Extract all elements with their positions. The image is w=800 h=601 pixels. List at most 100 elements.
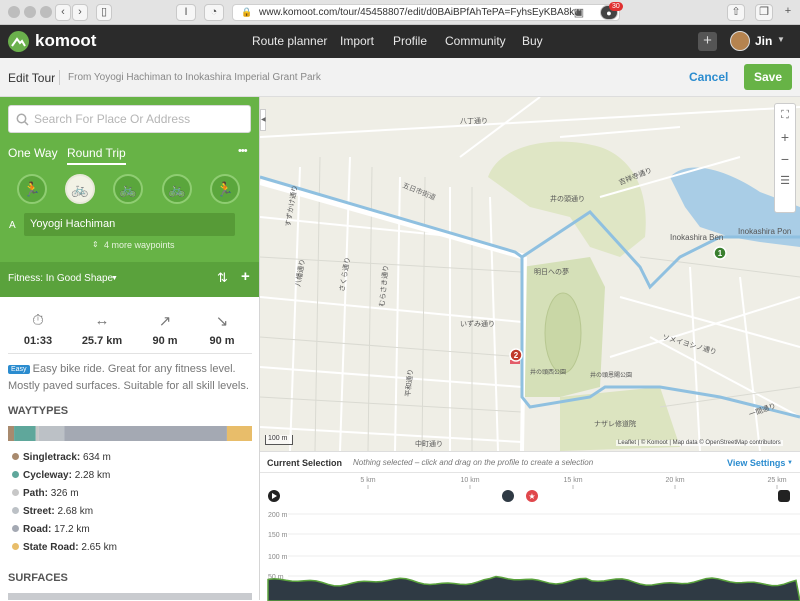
forward-button[interactable]: › [72, 4, 88, 21]
nav-profile[interactable]: Profile [393, 34, 427, 48]
add-icon[interactable]: + [698, 32, 717, 51]
brand-name[interactable]: komoot [35, 31, 96, 51]
map-attribution[interactable]: Leaflet | © Komoot | Map data © OpenStre… [616, 440, 783, 446]
lock-icon: 🔒 [241, 5, 252, 20]
more-options-icon[interactable]: ••• [238, 145, 247, 157]
more-waypoints-link[interactable]: 4 more waypoints [104, 240, 175, 250]
back-button[interactable]: ‹ [55, 4, 71, 21]
profile-chart[interactable]: 200 m150 m100 m50 m5 km10 km15 km20 km25… [260, 472, 800, 601]
fitness-chevron-icon[interactable]: ▼ [111, 275, 118, 282]
waytype-swatch [12, 543, 19, 550]
nav-community[interactable]: Community [445, 34, 506, 48]
map-view[interactable]: 2 1 八丁通り 五日市街道 吉祥寺通り 明日への夢 Inokashira Be… [260, 97, 800, 451]
uphill-icon: ↗ [135, 312, 195, 332]
minimize-window-dot[interactable] [24, 6, 36, 18]
share-icon[interactable]: ⇧ [727, 4, 745, 21]
waypoint-pin-icon[interactable] [502, 490, 514, 502]
user-name[interactable]: Jin [755, 34, 772, 48]
sport-touring-bike-icon[interactable]: 🚲 [65, 174, 95, 204]
waytype-segment[interactable] [14, 426, 36, 441]
waytype-segment[interactable] [36, 426, 39, 441]
elevation-profile: Current Selection Nothing selected – cli… [260, 451, 800, 600]
fullscreen-icon[interactable]: ⛶ [775, 104, 795, 126]
nav-route-planner[interactable]: Route planner [252, 34, 327, 48]
planner-panel: Search For Place Or Address One Way Roun… [0, 97, 260, 262]
reader-button[interactable]: I [176, 4, 196, 21]
chevron-down-icon[interactable]: ▼ [777, 35, 785, 44]
waytype-item[interactable]: Cycleway: 2.28 km [12, 470, 110, 481]
duration-value: 01:33 [8, 335, 68, 347]
waytype-value: 17.2 km [51, 524, 89, 535]
map-controls: ⛶ + − ☰ [774, 103, 796, 213]
user-avatar[interactable] [730, 31, 750, 51]
map-label: 平和通り [403, 368, 415, 397]
settings-chevron-icon[interactable]: ▼ [787, 460, 793, 466]
search-input[interactable]: Search For Place Or Address [8, 105, 251, 133]
stat-duration: ⏱ 01:33 [8, 312, 68, 347]
waypoint-name: Yoyogi Hachiman [30, 218, 115, 230]
zoom-window-dot[interactable] [40, 6, 52, 18]
waytype-segment[interactable] [227, 426, 252, 441]
divider [59, 70, 60, 85]
tour-name[interactable]: From Yoyogi Hachiman to Inokashira Imper… [68, 72, 321, 83]
waypoint-letter: A [9, 220, 16, 231]
x-tick-label: 25 km [767, 477, 786, 484]
close-window-dot[interactable] [8, 6, 20, 18]
x-tick-label: 20 km [665, 477, 684, 484]
tab-round-trip[interactable]: Round Trip [67, 146, 126, 165]
downhill-value: 90 m [192, 335, 252, 347]
expand-icon[interactable]: ⇕ [92, 240, 99, 249]
selection-title: Current Selection [267, 458, 342, 468]
y-tick-label: 150 m [268, 532, 288, 539]
address-bar[interactable]: 🔒 www.komoot.com/tour/45458807/edit/d0BA… [232, 4, 620, 21]
lock-extension-icon[interactable]: ▣ [572, 6, 586, 19]
collapse-sidebar-icon[interactable]: ◀ [260, 109, 266, 131]
nav-import[interactable]: Import [340, 34, 374, 48]
tab-one-way[interactable]: One Way [8, 146, 58, 160]
waytype-item[interactable]: Singletrack: 634 m [12, 452, 111, 463]
sport-running-icon[interactable]: 🏃 [210, 174, 240, 204]
sport-road-bike-icon[interactable]: 🚲 [113, 174, 143, 204]
waytype-segment[interactable] [8, 426, 14, 441]
zoom-in-icon[interactable]: + [775, 126, 795, 148]
save-button[interactable]: Save [744, 64, 792, 90]
privacy-icon[interactable]: ◔ [204, 4, 224, 21]
waypoint-input[interactable]: Yoyogi Hachiman [24, 213, 235, 236]
waytype-item[interactable]: Road: 17.2 km [12, 524, 90, 535]
waytype-item[interactable]: Street: 2.68 km [12, 506, 93, 517]
waytypes-bar [8, 426, 252, 441]
stat-uphill: ↗ 90 m [135, 312, 195, 347]
finish-flag-icon[interactable] [778, 490, 790, 502]
waytype-swatch [12, 507, 19, 514]
view-settings-button[interactable]: View Settings [727, 458, 785, 468]
sport-hiking-icon[interactable]: 🏃 [17, 174, 47, 204]
waytype-label: Cycleway: [23, 470, 72, 481]
waytype-label: Singletrack: [23, 452, 80, 463]
waypoint-number: 2 [514, 351, 519, 360]
nav-buy[interactable]: Buy [522, 34, 543, 48]
komoot-logo-icon[interactable] [8, 31, 29, 52]
sidebar-toggle-icon[interactable]: ▯ [96, 4, 112, 21]
waytype-item[interactable]: State Road: 2.65 km [12, 542, 117, 553]
y-tick-label: 100 m [268, 554, 288, 561]
tabs-icon[interactable]: ❐ [755, 4, 773, 21]
new-tab-icon[interactable]: + [780, 4, 796, 21]
layers-icon[interactable]: ☰ [775, 170, 795, 192]
fitness-selector[interactable]: Fitness: In Good Shape [8, 273, 113, 284]
x-tick-label: 15 km [563, 477, 582, 484]
surfaces-heading: SURFACES [8, 572, 68, 584]
cancel-button[interactable]: Cancel [689, 70, 728, 84]
add-waypoint-icon[interactable]: + [241, 268, 250, 285]
waytype-item[interactable]: Path: 326 m [12, 488, 79, 499]
waytype-value: 2.28 km [72, 470, 110, 481]
zoom-out-icon[interactable]: − [775, 148, 795, 170]
divider [8, 353, 252, 354]
sport-mountain-bike-icon[interactable]: 🚲 [162, 174, 192, 204]
map-label: 中町通り [415, 439, 443, 448]
waytype-segment[interactable] [64, 426, 227, 441]
waytype-segment[interactable] [39, 426, 64, 441]
map-label: 井の頭西公園 [530, 368, 566, 376]
stat-downhill: ↘ 90 m [192, 312, 252, 347]
map-label: 井の頭恩賜公園 [590, 371, 632, 379]
reverse-route-icon[interactable]: ⇅ [217, 270, 228, 286]
